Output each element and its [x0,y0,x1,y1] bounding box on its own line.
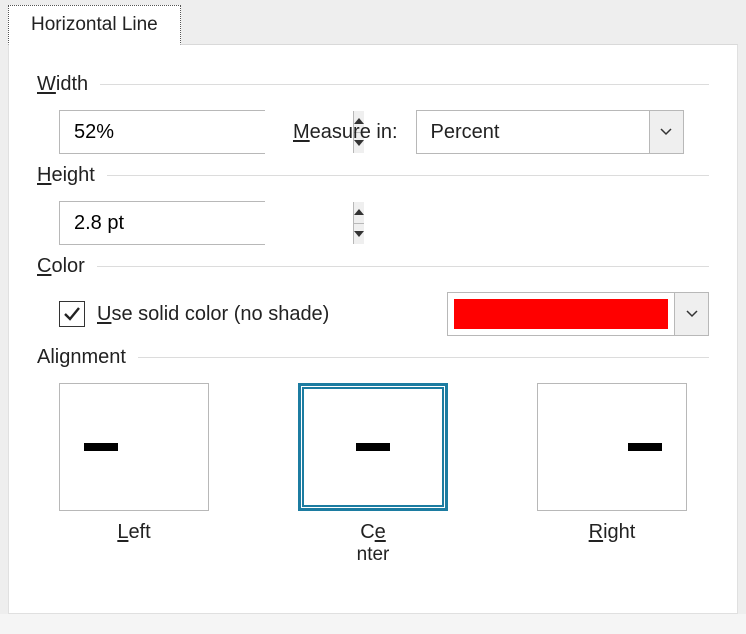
chevron-down-icon [660,128,672,136]
measure-in-dropdown-button[interactable] [649,111,683,153]
alignment-option-center[interactable]: Center [298,383,448,566]
width-spinner[interactable] [59,110,265,154]
caret-up-icon [354,209,364,215]
measure-in-label: Measure in: [293,121,398,144]
color-dropdown-button[interactable] [674,293,708,335]
height-spin-up[interactable] [354,202,364,224]
alignment-label-center: Ce [360,521,386,544]
alignment-preview-right [537,383,687,511]
alignment-preview-center [298,383,448,511]
height-input[interactable] [60,202,353,244]
alignment-section-header: Alignment [37,346,709,369]
color-select[interactable] [447,292,709,336]
height-spin-down[interactable] [354,224,364,245]
tab-horizontal-line[interactable]: Horizontal Line [8,5,181,45]
measure-in-select[interactable]: Percent [416,110,684,154]
use-solid-color-checkbox[interactable] [59,301,85,327]
color-swatch [454,299,668,329]
measure-in-value: Percent [417,121,649,144]
height-spinner[interactable] [59,201,265,245]
use-solid-color-label: Use solid color (no shade) [97,303,329,326]
caret-down-icon [354,231,364,237]
color-section-header: Color [37,255,709,278]
alignment-label-right: Right [589,521,636,544]
chevron-down-icon [686,310,698,318]
alignment-preview-left [59,383,209,511]
alignment-option-left[interactable]: Left [59,383,209,566]
alignment-option-right[interactable]: Right [537,383,687,566]
height-section-header: Height [37,164,709,187]
alignment-label-left: Left [117,521,150,544]
width-section-header: Width [37,73,709,96]
checkmark-icon [63,305,81,323]
